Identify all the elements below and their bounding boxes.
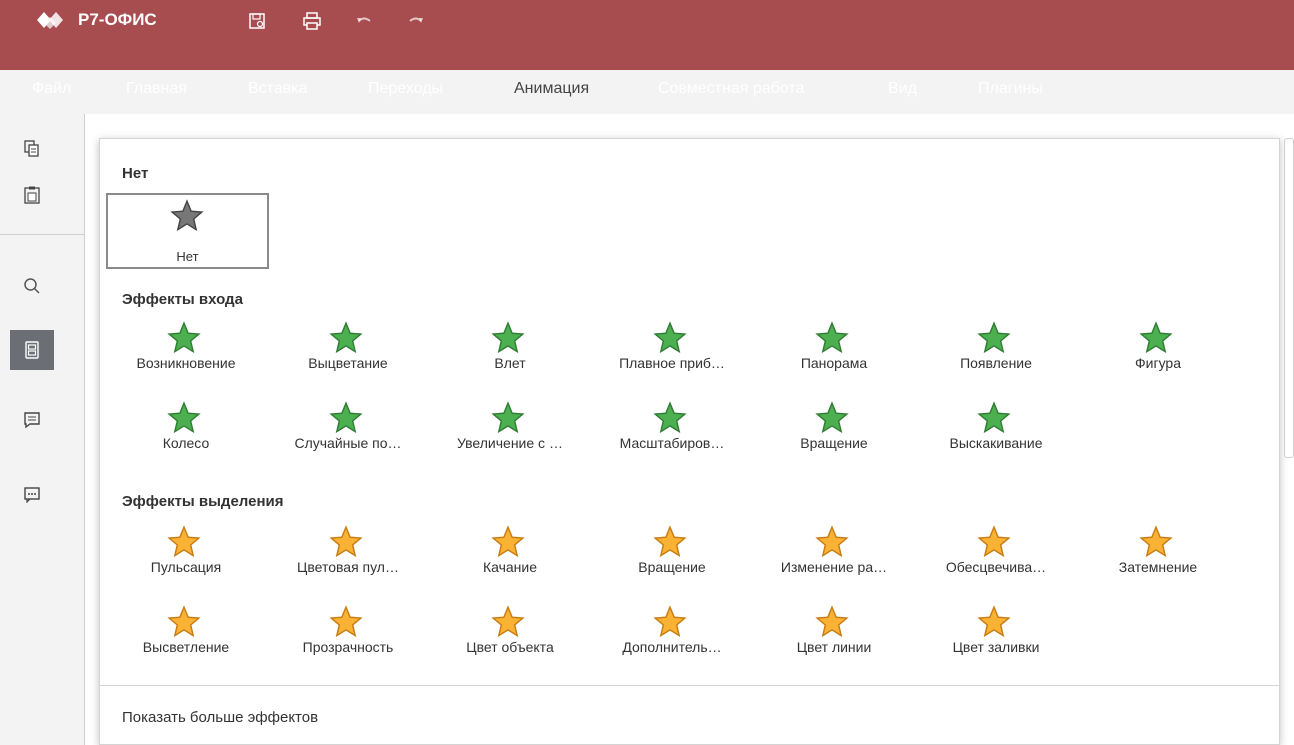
effect-label: Высветление [142,639,230,655]
logo-icon [37,12,63,29]
effect-label: Выцветание [308,355,388,371]
redo-icon[interactable] [405,10,427,32]
effect-label: Нет [176,249,199,264]
effect-label: Цвет объекта [466,639,554,655]
effect-label: Влет [494,355,526,371]
left-toolbar [0,114,84,745]
slides-icon[interactable] [10,330,54,370]
print-icon[interactable] [301,10,323,32]
app-brand: Р7-ОФИС [78,10,157,29]
effect-label: Масштабиров… [619,435,725,451]
chat-icon[interactable] [10,474,54,514]
effect-item[interactable]: Цвет заливки [916,603,1076,663]
effect-item[interactable]: Влет [430,319,590,379]
effect-item[interactable]: Цвет объекта [430,603,590,663]
effect-label: Фигура [1135,355,1181,371]
title-bar: Р7-ОФИС [0,0,1294,70]
effect-item[interactable]: Появление [916,319,1076,379]
comments-icon[interactable] [10,400,54,440]
group-title-none: Нет [122,165,149,182]
effect-item[interactable]: Возникновение [106,319,266,379]
effect-label: Прозрачность [302,639,394,655]
effect-item[interactable]: Вращение [754,399,914,459]
effect-label: Дополнитель… [622,639,722,655]
effect-item[interactable]: Случайные по… [268,399,428,459]
effect-item[interactable]: Увеличение с … [430,399,590,459]
effect-item[interactable]: Колесо [106,399,266,459]
save-icon[interactable] [246,10,268,32]
tab-transitions[interactable]: Переходы [360,70,451,114]
copy-icon[interactable] [10,134,54,164]
left-toolbar-divider [0,234,84,235]
animation-effects-panel: Нет Нет Эффекты входа Возникновение Выцве… [99,138,1280,745]
effect-label: Колесо [162,435,210,451]
effect-item[interactable]: Пульсация [106,523,266,583]
effect-label: Пульсация [150,559,222,575]
tab-animation[interactable]: Анимация [494,70,610,114]
tab-collaboration[interactable]: Совместная работа [650,70,812,114]
tab-view[interactable]: Вид [880,70,925,114]
effect-item[interactable]: Масштабиров… [592,399,752,459]
effect-item[interactable]: Прозрачность [268,603,428,663]
effect-label: Случайные по… [294,435,402,451]
panel-divider [100,685,1279,686]
effect-item[interactable]: Плавное приб… [592,319,752,379]
effect-label: Появление [960,355,1032,371]
effect-label: Возникновение [136,355,236,371]
effect-item[interactable]: Выцветание [268,319,428,379]
tab-plugins[interactable]: Плагины [970,70,1051,114]
effect-item[interactable]: Цвет линии [754,603,914,663]
effect-label: Плавное приб… [619,355,725,371]
effect-item[interactable]: Цветовая пул… [268,523,428,583]
effect-label: Изменение ра… [780,559,888,575]
effect-label: Выскакивание [949,435,1043,451]
effect-item[interactable]: Высветление [106,603,266,663]
effect-item[interactable]: Вращение [592,523,752,583]
effect-label: Вращение [638,559,706,575]
panel-scrollbar[interactable] [1284,138,1294,458]
effect-label: Увеличение с … [457,435,563,451]
undo-icon[interactable] [353,10,375,32]
effect-item[interactable]: Фигура [1078,319,1238,379]
effect-label: Цвет заливки [952,639,1040,655]
tab-file[interactable]: Файл [24,70,79,114]
search-icon[interactable] [10,266,54,306]
effect-label: Цветовая пул… [297,559,399,575]
effect-label: Вращение [800,435,868,451]
effect-item[interactable]: Изменение ра… [754,523,914,583]
effect-item[interactable]: Обесцвечива… [916,523,1076,583]
effect-item[interactable]: Дополнитель… [592,603,752,663]
app-logo: Р7-ОФИС [34,8,157,32]
effect-label: Цвет линии [796,639,872,655]
tab-home[interactable]: Главная [118,70,195,114]
effect-item[interactable]: Выскакивание [916,399,1076,459]
ribbon-tabs: Файл Главная Вставка Переходы Анимация С… [0,70,1294,114]
show-more-effects-link[interactable]: Показать больше эффектов [122,709,318,726]
group-title-entrance: Эффекты входа [122,291,243,308]
effect-item[interactable]: Панорама [754,319,914,379]
effect-item[interactable]: Качание [430,523,590,583]
tab-insert[interactable]: Вставка [240,70,315,114]
effect-label: Затемнение [1118,559,1198,575]
effect-label: Обесцвечива… [945,559,1047,575]
paste-icon[interactable] [10,180,54,210]
effect-none[interactable]: Нет [106,193,269,269]
effect-label: Панорама [800,355,868,371]
effect-label: Качание [482,559,538,575]
group-title-emphasis: Эффекты выделения [122,493,284,510]
effect-item[interactable]: Затемнение [1078,523,1238,583]
